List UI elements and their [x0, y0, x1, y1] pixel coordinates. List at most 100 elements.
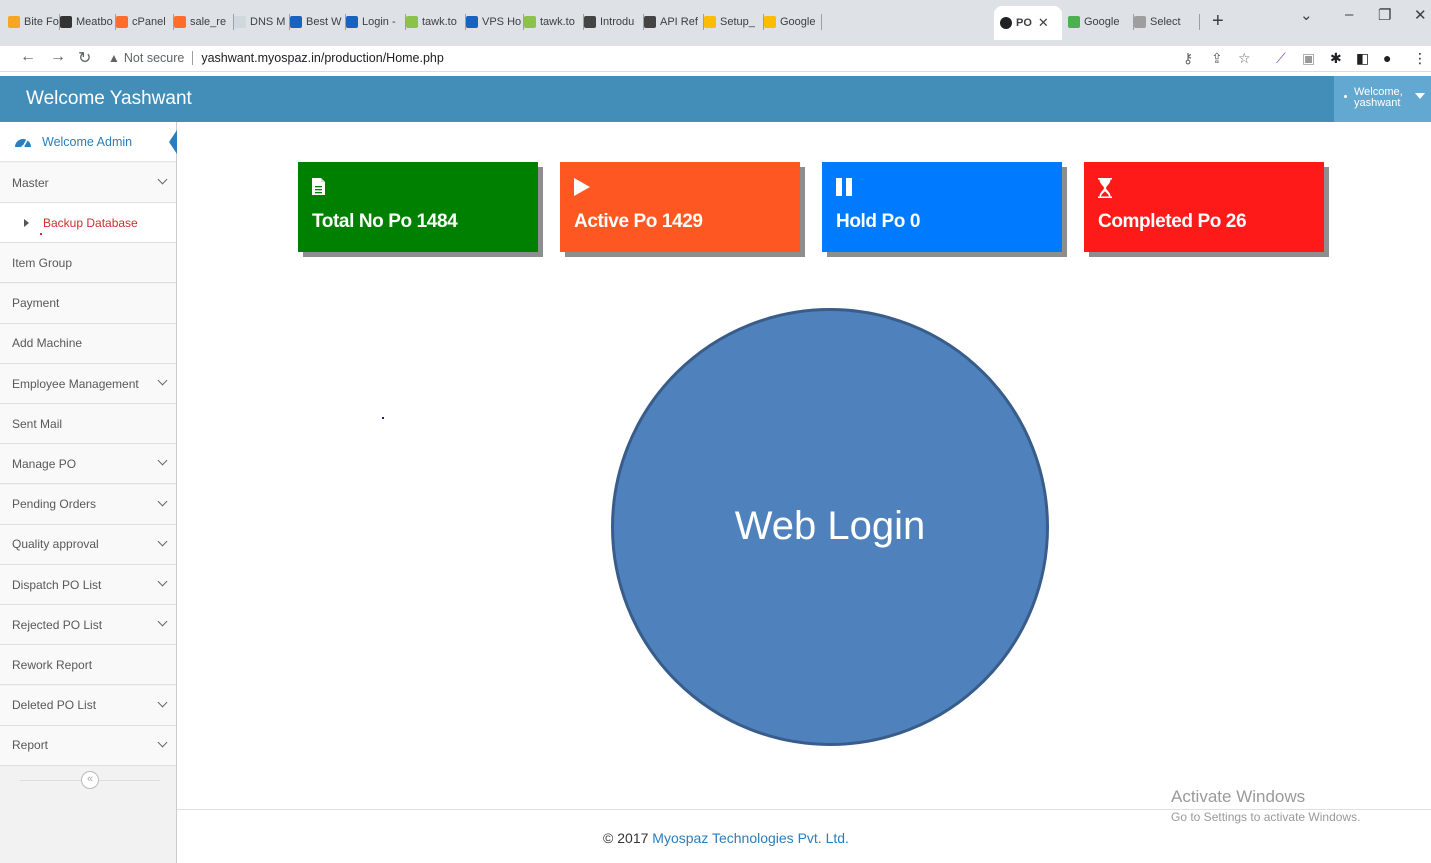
activate-windows-watermark: Activate Windows Go to Settings to activ… — [1171, 787, 1360, 824]
browser-tab[interactable]: API Ref — [644, 9, 704, 35]
sidebar-item-label: Deleted PO List — [12, 698, 97, 713]
sidebar-item-welcome-admin[interactable]: Welcome Admin — [0, 122, 177, 162]
tab-favicon-icon — [1134, 16, 1146, 28]
active-indicator — [169, 130, 177, 154]
sidebar-item-deleted-po-list[interactable]: Deleted PO List — [0, 685, 176, 726]
collapse-sidebar-icon[interactable]: « — [81, 771, 99, 789]
sidebar-item-report[interactable]: Report — [0, 725, 176, 766]
user-name: yashwant — [1354, 97, 1401, 109]
browser-tab[interactable]: Meatbo — [60, 9, 116, 35]
tab-label: Setup_ — [720, 16, 755, 28]
copyright-text: © 2017 — [603, 830, 649, 846]
sidebar-item-label: Sent Mail — [12, 416, 63, 431]
new-tab-button[interactable]: + — [1212, 9, 1224, 33]
stat-card-label: Active Po 1429 — [574, 211, 703, 232]
reload-icon[interactable]: ↻ — [78, 48, 91, 68]
close-window-icon[interactable]: ✕ — [1414, 6, 1427, 24]
sidebar-item-manage-po[interactable]: Manage PO — [0, 444, 176, 485]
restore-icon[interactable]: ❐ — [1378, 6, 1391, 24]
bookmark-star-icon[interactable]: ☆ — [1238, 50, 1251, 67]
minimize-icon[interactable]: – — [1345, 6, 1353, 23]
tab-favicon-icon — [346, 16, 358, 28]
sidebar-item-pending-orders[interactable]: Pending Orders — [0, 484, 176, 525]
sidebar-item-add-machine[interactable]: Add Machine — [0, 323, 176, 364]
share-icon[interactable]: ⇪ — [1211, 50, 1223, 67]
tab-label: Google — [780, 16, 816, 28]
browser-tab[interactable]: cPanel — [116, 9, 174, 35]
sidebar-item-employee-management[interactable]: Employee Management — [0, 364, 176, 404]
browser-tab[interactable]: Setup_ — [704, 9, 764, 35]
browser-tab[interactable]: DNS M — [234, 9, 290, 35]
tab-favicon-icon — [290, 16, 302, 28]
chevron-down-icon — [157, 616, 168, 627]
tab-favicon-icon — [704, 16, 716, 28]
chevron-down-icon — [157, 536, 168, 547]
browser-tab[interactable]: Bite Fo — [8, 9, 60, 35]
address-bar[interactable]: ▲ Not secure yashwant.myospaz.in/product… — [108, 47, 1258, 69]
devtools-extension-icon[interactable]: ▣ — [1302, 50, 1315, 67]
browser-tab[interactable]: Best W — [290, 9, 346, 35]
browser-tab[interactable]: VPS Ho — [466, 9, 524, 35]
extensions-puzzle-icon[interactable]: ✱ — [1330, 50, 1342, 67]
user-menu[interactable]: Welcome, yashwant — [1334, 76, 1431, 122]
chevron-down-icon — [157, 737, 168, 748]
stat-card-total-no-po[interactable]: Total No Po 1484 — [298, 162, 538, 252]
tab-label: VPS Ho — [482, 16, 522, 28]
close-tab-icon[interactable]: ✕ — [1038, 15, 1049, 31]
sidebar-item-backup-database[interactable]: Backup Database — [0, 203, 176, 244]
sidebar-item-rejected-po-list[interactable]: Rejected PO List — [0, 605, 176, 646]
tab-label: Google — [1084, 16, 1120, 28]
company-link[interactable]: Myospaz Technologies Pvt. Ltd. — [652, 830, 849, 846]
tab-label: DNS M — [250, 16, 286, 28]
chevron-down-icon — [157, 375, 168, 386]
sidebar: Welcome Admin Master Backup Database Item … — [0, 122, 177, 863]
web-login-label: Web Login — [734, 503, 926, 548]
stat-card-label: Hold Po 0 — [836, 211, 921, 232]
browser-tab[interactable]: sale_re — [174, 9, 234, 35]
sidebar-item-label: Pending Orders — [12, 497, 97, 512]
browser-tab[interactable]: Login - — [346, 9, 406, 35]
stat-card-completed-po[interactable]: Completed Po 26 — [1084, 162, 1324, 252]
menu-kebab-icon[interactable]: ⋮ — [1413, 50, 1427, 67]
stat-card-hold-po[interactable]: Hold Po 0 — [822, 162, 1062, 252]
side-panel-icon[interactable]: ◧ — [1356, 50, 1369, 67]
tab-label: sale_re — [190, 16, 227, 28]
tab-separator — [1199, 14, 1200, 30]
sidebar-item-master[interactable]: Master — [0, 163, 176, 203]
sidebar-item-label: Payment — [12, 296, 60, 311]
tab-label: Bite Fo — [24, 16, 59, 28]
tab-label: Select — [1150, 16, 1181, 28]
sidebar-item-quality-approval[interactable]: Quality approval — [0, 524, 176, 565]
key-icon[interactable]: ⚷ — [1183, 50, 1193, 67]
chevron-down-icon — [157, 697, 168, 708]
sidebar-item-payment[interactable]: Payment — [0, 283, 176, 324]
warning-icon: ▲ — [108, 51, 120, 65]
chevron-down-icon — [157, 576, 168, 587]
tab-favicon-icon — [8, 16, 20, 28]
web-login-circle[interactable]: Web Login — [611, 308, 1049, 746]
stat-card-active-po[interactable]: Active Po 1429 — [560, 162, 800, 252]
browser-tab[interactable]: tawk.to — [524, 9, 584, 35]
browser-tab[interactable]: Google — [764, 9, 822, 35]
browser-tab-active[interactable]: PO ✕ — [994, 6, 1062, 40]
sidebar-item-sent-mail[interactable]: Sent Mail — [0, 404, 176, 445]
sidebar-item-item-group[interactable]: Item Group — [0, 243, 176, 284]
browser-tab[interactable]: tawk.to — [406, 9, 466, 35]
tab-search-icon[interactable]: ⌄ — [1300, 6, 1313, 24]
sidebar-item-dispatch-po-list[interactable]: Dispatch PO List — [0, 565, 176, 605]
active-marker — [40, 233, 42, 236]
forward-icon[interactable]: → — [50, 48, 66, 66]
browser-tab[interactable]: Google — [1068, 9, 1134, 35]
globe-icon — [1000, 17, 1012, 29]
hourglass-icon — [1098, 178, 1112, 203]
pen-extension-icon[interactable]: ⟋ — [1276, 50, 1286, 67]
sidebar-item-label: Welcome Admin — [42, 134, 133, 149]
caret-down-icon — [1415, 93, 1425, 99]
tab-label: Best W — [306, 16, 342, 28]
tab-favicon-icon — [60, 16, 72, 28]
browser-tab[interactable]: Select — [1134, 9, 1200, 35]
sidebar-item-rework-report[interactable]: Rework Report — [0, 645, 176, 686]
profile-avatar[interactable]: ● — [1383, 50, 1391, 66]
back-icon[interactable]: ← — [20, 48, 36, 66]
browser-tab[interactable]: Introdu — [584, 9, 644, 35]
